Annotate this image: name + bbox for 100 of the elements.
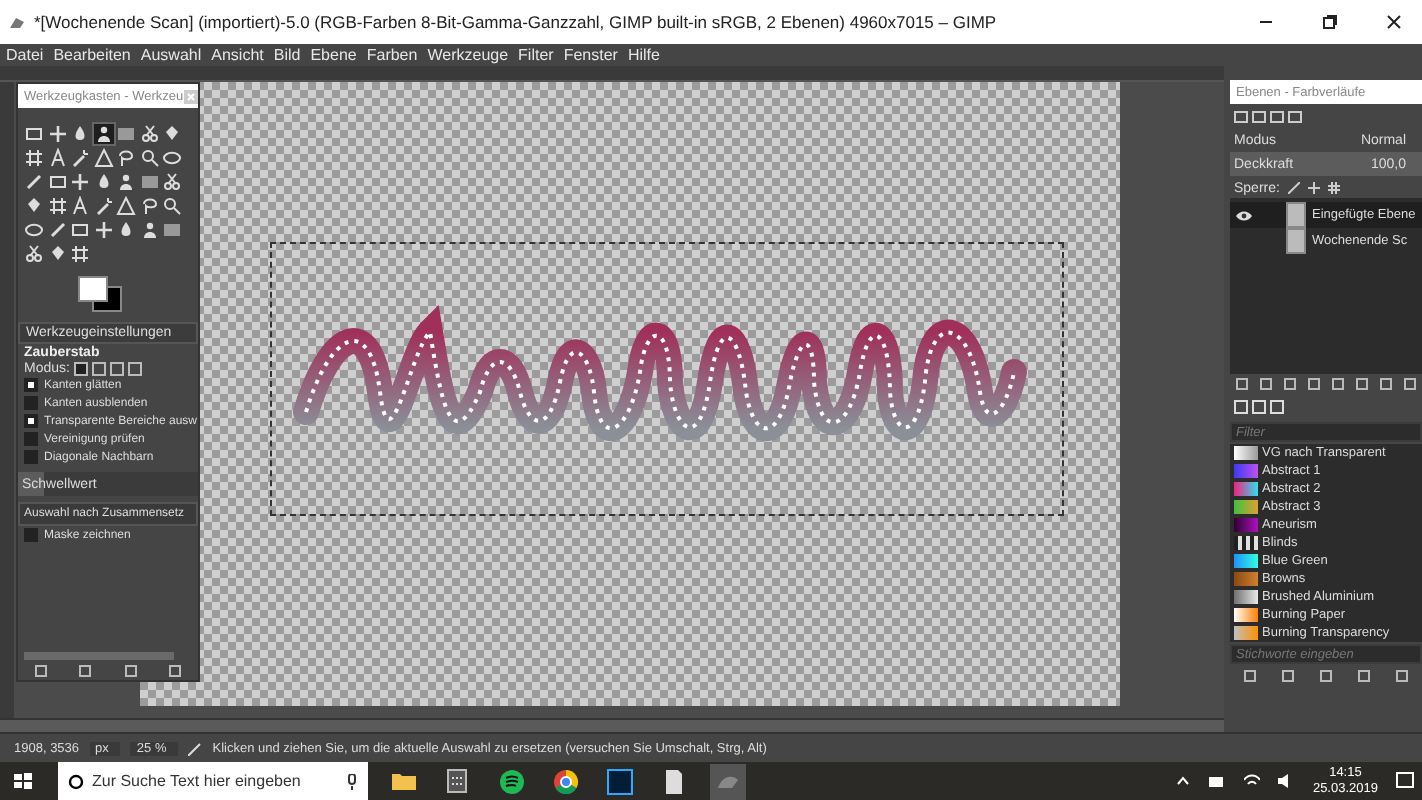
gradient-swatch [1234,482,1258,496]
scissors-icon[interactable] [24,244,44,264]
checkbox[interactable] [24,396,38,410]
menu-item[interactable]: Fenster [563,46,618,64]
search-placeholder: Zur Suche Text hier eingeben [92,772,303,790]
scissors-icon[interactable] [139,124,159,144]
cross-icon[interactable] [47,124,67,144]
down-icon[interactable] [1308,378,1320,390]
magnifier-icon[interactable] [162,196,182,216]
triangle-icon[interactable] [93,148,113,168]
app-icon [8,15,26,29]
gradient-swatch [1234,590,1258,604]
grid-icon[interactable] [1327,182,1340,194]
edit-icon[interactable] [1243,670,1256,682]
circle-icon [68,773,84,789]
letter-icon[interactable] [47,148,67,168]
cross-icon[interactable] [93,220,113,240]
horizontal-scrollbar[interactable] [24,652,174,660]
pen-icon[interactable] [47,220,67,240]
drop-icon[interactable] [70,124,90,144]
ellipse-icon[interactable] [162,148,182,168]
menu-item[interactable]: Filter [518,46,554,64]
square-icon[interactable] [70,220,90,240]
scissors-icon[interactable] [162,172,182,192]
layer-thumbnail [1286,202,1306,228]
lasso-icon[interactable] [116,148,136,168]
checkbox[interactable] [24,414,38,428]
gradient-swatch [1234,554,1258,568]
wifi-icon[interactable] [1244,774,1261,788]
bucket-icon[interactable] [162,124,182,144]
delete-icon[interactable] [123,663,138,677]
gradient-swatch [1234,518,1258,532]
checkbox[interactable] [24,528,38,542]
person-icon[interactable] [139,220,159,240]
new-icon[interactable] [1281,670,1294,682]
up-icon[interactable] [1284,378,1296,390]
gradient-icon[interactable] [162,220,182,240]
grid-icon[interactable] [47,196,67,216]
menu-item[interactable]: Hilfe [627,46,660,64]
restore-icon[interactable] [1322,14,1338,30]
lasso-icon[interactable] [139,196,159,216]
menu-item[interactable]: Ansicht [211,46,264,64]
battery-icon[interactable] [1208,775,1227,787]
delete-icon[interactable] [1358,670,1371,682]
undo-icon[interactable] [78,663,93,677]
menu-item[interactable]: Bild [273,46,301,64]
checkbox[interactable] [24,450,38,464]
grid-icon[interactable] [24,148,44,168]
duplicate-icon[interactable] [1319,670,1332,682]
plus-icon[interactable] [1307,182,1320,194]
mask-icon[interactable] [1380,378,1392,390]
new-layer-icon[interactable] [1236,378,1248,390]
duplicate-icon[interactable] [1332,378,1344,390]
gradient-swatch [1234,626,1258,640]
square-icon[interactable] [24,124,44,144]
foreground-color-swatch[interactable] [78,276,108,302]
gradient-icon[interactable] [139,172,159,192]
person-icon[interactable] [93,124,113,144]
square-icon[interactable] [47,172,67,192]
gradient-icon[interactable] [116,124,136,144]
pen-icon[interactable] [24,172,44,192]
pencil-icon[interactable] [1287,182,1300,194]
eye-icon[interactable] [1236,209,1252,221]
windows-logo-icon[interactable] [14,772,32,790]
refresh-icon[interactable] [1396,670,1409,682]
wand-icon[interactable] [70,148,90,168]
wand-icon[interactable] [93,196,113,216]
close-icon[interactable] [1386,14,1402,30]
bucket-icon[interactable] [24,196,44,216]
folder-icon[interactable] [1260,378,1272,390]
menu-item[interactable]: Farben [366,46,418,64]
layer-thumbnail [1286,228,1306,254]
reset-icon[interactable] [168,663,183,677]
caret-icon[interactable] [1176,776,1191,786]
menu-item[interactable]: Werkzeuge [427,46,509,64]
horizontal-scrollbar[interactable] [0,718,1224,732]
anchor-icon[interactable] [1356,378,1368,390]
triangle-icon[interactable] [116,196,136,216]
checkbox[interactable] [24,432,38,446]
drop-icon[interactable] [116,220,136,240]
notification-icon[interactable] [1396,772,1414,790]
letter-icon[interactable] [70,196,90,216]
wand-icon [188,741,203,755]
checkbox[interactable] [24,378,38,392]
grid-icon[interactable] [70,244,90,264]
menu-item[interactable]: Auswahl [140,46,202,64]
save-icon[interactable] [33,663,48,677]
search-field[interactable]: Zur Suche Text hier eingeben [58,762,368,800]
ellipse-icon[interactable] [24,220,44,240]
gradient-swatch [1234,464,1258,478]
menu-item[interactable]: Bearbeiten [53,46,131,64]
menu-item[interactable]: Datei [6,46,44,64]
bucket-icon[interactable] [47,244,67,264]
microphone-icon[interactable] [346,773,358,789]
magnifier-icon[interactable] [139,148,159,168]
menu-item[interactable]: Ebene [310,46,357,64]
person-icon[interactable] [116,172,136,192]
cross-icon[interactable] [70,172,90,192]
gradient-swatch [1234,572,1258,586]
delete-icon[interactable] [1404,378,1416,390]
